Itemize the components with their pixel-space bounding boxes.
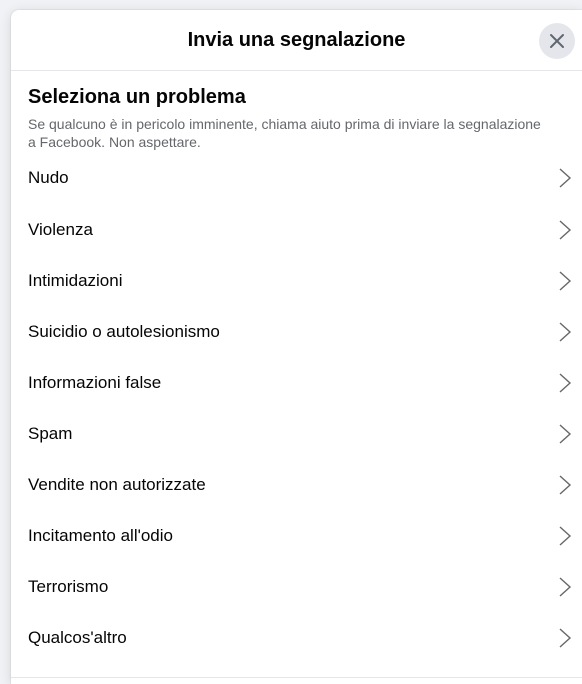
problem-item-suicidio[interactable]: Suicidio o autolesionismo xyxy=(28,306,582,357)
problem-item-label: Intimidazioni xyxy=(28,270,123,290)
report-dialog: Invia una segnalazione Seleziona un prob… xyxy=(11,10,582,684)
problem-item-violenza[interactable]: Violenza xyxy=(28,204,582,255)
chevron-right-icon xyxy=(559,219,572,240)
close-icon xyxy=(550,34,564,48)
chevron-right-icon xyxy=(559,321,572,342)
problem-item-label: Violenza xyxy=(28,219,93,239)
chevron-right-icon xyxy=(559,372,572,393)
chevron-right-icon xyxy=(559,525,572,546)
chevron-right-icon xyxy=(559,576,572,597)
problem-item-informazioni-false[interactable]: Informazioni false xyxy=(28,357,582,408)
problem-item-terrorismo[interactable]: Terrorismo xyxy=(28,561,582,612)
problem-item-spam[interactable]: Spam xyxy=(28,408,582,459)
problem-item-label: Incitamento all'odio xyxy=(28,525,173,545)
dialog-content: Seleziona un problema Se qualcuno è in p… xyxy=(11,85,582,663)
problem-item-label: Spam xyxy=(28,423,73,443)
chevron-right-icon xyxy=(559,270,572,291)
problem-item-label: Informazioni false xyxy=(28,372,162,392)
chevron-right-icon xyxy=(559,627,572,648)
problem-item-intimidazioni[interactable]: Intimidazioni xyxy=(28,255,582,306)
problem-list: Nudo Violenza Intimidazioni Suicidio o a… xyxy=(28,151,582,663)
section-title: Seleziona un problema xyxy=(28,86,246,108)
problem-item-label: Nudo xyxy=(28,167,69,187)
chevron-right-icon xyxy=(559,423,572,444)
problem-item-label: Terrorismo xyxy=(28,576,109,596)
dialog-header: Invia una segnalazione xyxy=(11,10,582,71)
problem-item-nudo[interactable]: Nudo xyxy=(28,151,582,204)
problem-item-label: Suicidio o autolesionismo xyxy=(28,321,220,341)
section-description: Se qualcuno è in pericolo imminente, chi… xyxy=(28,116,541,150)
problem-item-label: Qualcos'altro xyxy=(28,627,127,647)
footer-divider xyxy=(11,677,582,678)
problem-item-qualcos-altro[interactable]: Qualcos'altro xyxy=(28,612,582,663)
chevron-right-icon xyxy=(559,167,572,188)
problem-item-vendite[interactable]: Vendite non autorizzate xyxy=(28,459,582,510)
chevron-right-icon xyxy=(559,474,572,495)
dialog-title: Invia una segnalazione xyxy=(187,28,406,51)
problem-item-label: Vendite non autorizzate xyxy=(28,474,206,494)
close-button[interactable] xyxy=(539,23,575,59)
problem-item-incitamento[interactable]: Incitamento all'odio xyxy=(28,510,582,561)
